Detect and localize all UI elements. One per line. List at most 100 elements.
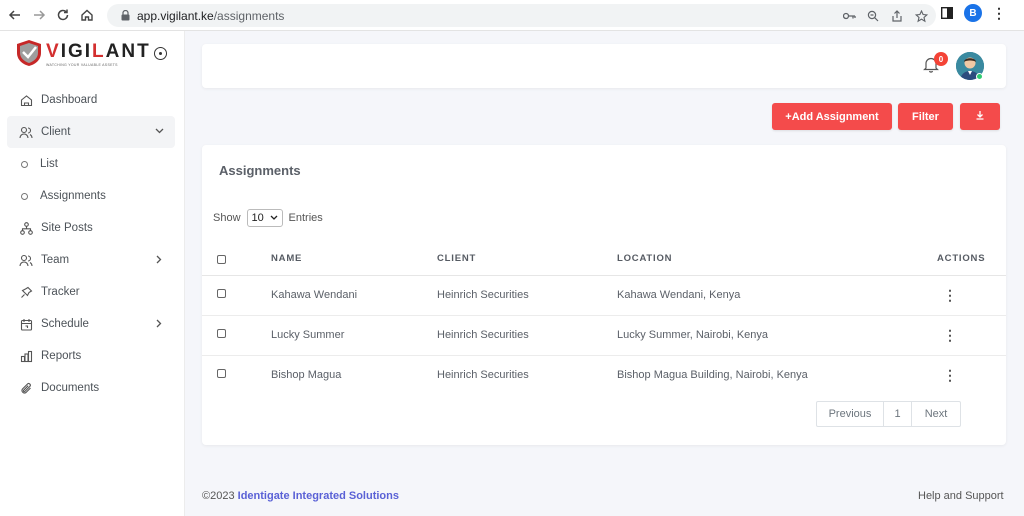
sidebar-item-label: Team xyxy=(41,254,70,266)
address-bar[interactable]: app.vigilant.ke/assignments xyxy=(107,4,936,27)
sidebar-item-label: Site Posts xyxy=(41,222,93,234)
sidebar-item-label: List xyxy=(40,158,58,170)
bar-chart-icon xyxy=(19,349,33,363)
row-actions-icon[interactable]: ⋮ xyxy=(943,327,957,343)
sidebar-item-assignments[interactable]: Assignments xyxy=(7,180,175,212)
users-icon xyxy=(19,125,33,139)
browser-toolbar: app.vigilant.ke/assignments B ⋮ xyxy=(0,0,1024,31)
column-header-client[interactable]: CLIENT xyxy=(437,242,617,276)
home-icon xyxy=(19,93,33,107)
url-text: app.vigilant.ke/assignments xyxy=(137,8,285,23)
footer-copyright: ©2023 Identigate Integrated Solutions xyxy=(202,490,399,502)
chevron-right-icon xyxy=(153,317,165,329)
column-header-actions: ACTIONS xyxy=(937,242,1006,276)
forward-icon[interactable] xyxy=(27,3,51,27)
chevron-right-icon xyxy=(153,253,165,265)
sidebar-item-dashboard[interactable]: Dashboard xyxy=(7,84,175,116)
page-size-select[interactable]: 10 xyxy=(246,209,283,227)
sidebar-item-label: Documents xyxy=(41,382,100,394)
column-header-name[interactable]: NAME xyxy=(271,242,437,276)
sidebar-item-schedule[interactable]: Schedule xyxy=(7,308,175,340)
card-title: Assignments xyxy=(219,163,301,178)
paperclip-icon xyxy=(19,381,33,395)
add-assignment-button[interactable]: +Add Assignment xyxy=(772,103,892,130)
shield-logo-icon xyxy=(17,40,41,66)
zoom-icon[interactable] xyxy=(864,7,882,25)
home-browser-icon[interactable] xyxy=(75,3,99,27)
assignments-card: Assignments Show 10 Entries NAME CLIENT … xyxy=(202,145,1006,445)
side-panel-icon[interactable] xyxy=(940,6,954,20)
company-link[interactable]: Identigate Integrated Solutions xyxy=(238,490,399,502)
show-label: Show xyxy=(213,212,241,224)
key-icon[interactable] xyxy=(840,7,858,25)
cell-name: Kahawa Wendani xyxy=(271,275,437,316)
cell-client: Heinrich Securities xyxy=(437,275,617,316)
notification-badge: 0 xyxy=(934,52,948,66)
online-status-dot xyxy=(976,73,983,80)
row-actions-icon[interactable]: ⋮ xyxy=(943,367,957,383)
pagination: Previous 1 Next xyxy=(816,401,961,427)
table-row: Lucky Summer Heinrich Securities Lucky S… xyxy=(202,315,1006,356)
cell-client: Heinrich Securities xyxy=(437,369,529,382)
pagination-next[interactable]: Next xyxy=(912,402,960,426)
filter-button[interactable]: Filter xyxy=(898,103,953,130)
sidebar-item-label: Dashboard xyxy=(41,94,98,106)
reload-icon[interactable] xyxy=(51,3,75,27)
select-all-checkbox[interactable] xyxy=(217,255,226,265)
cell-name: Lucky Summer xyxy=(271,315,437,356)
table-header-row: NAME CLIENT LOCATION ACTIONS xyxy=(202,242,1006,276)
browser-menu-icon[interactable]: ⋮ xyxy=(992,6,1006,20)
entries-label: Entries xyxy=(288,212,323,224)
top-navbar: 0 xyxy=(202,44,1006,88)
sidebar-item-label: Reports xyxy=(41,350,82,362)
cell-client: Heinrich Securities xyxy=(437,315,617,356)
download-button[interactable] xyxy=(960,103,1000,130)
back-icon[interactable] xyxy=(3,3,27,27)
cell-location: Kahawa Wendani, Kenya xyxy=(617,275,937,316)
sitemap-icon xyxy=(19,221,33,235)
sidebar-item-documents[interactable]: Documents xyxy=(7,372,175,404)
bookmark-star-icon[interactable] xyxy=(912,7,930,25)
table-row: Kahawa Wendani Heinrich Securities Kahaw… xyxy=(202,275,1006,316)
sidebar-menu: Dashboard Client List Assignments Site P… xyxy=(7,84,175,404)
sidebar-item-team[interactable]: Team xyxy=(7,244,175,276)
sidebar-item-label: Schedule xyxy=(41,318,89,330)
assignments-table: NAME CLIENT LOCATION ACTIONS Kahawa Wend… xyxy=(202,242,1006,395)
sidebar-item-reports[interactable]: Reports xyxy=(7,340,175,372)
sidebar-toggle-icon[interactable] xyxy=(154,47,167,60)
sidebar-item-label: Tracker xyxy=(41,286,80,298)
sidebar-item-label: Assignments xyxy=(40,190,106,202)
sidebar-item-tracker[interactable]: Tracker xyxy=(7,276,175,308)
lock-icon xyxy=(119,10,131,22)
share-icon[interactable] xyxy=(888,7,906,25)
cell-name: Bishop Magua xyxy=(271,369,342,382)
users-icon xyxy=(19,253,33,267)
pagination-page-1[interactable]: 1 xyxy=(884,402,912,426)
help-support-link[interactable]: Help and Support xyxy=(918,490,1004,502)
vigilant-logo[interactable]: VIGILANT WATCHING YOUR VALUABLE ASSETS xyxy=(14,39,174,71)
pagination-previous[interactable]: Previous xyxy=(817,402,884,426)
column-header-location[interactable]: LOCATION xyxy=(617,242,937,276)
page-size-control: Show 10 Entries xyxy=(213,209,323,227)
download-icon xyxy=(975,110,985,123)
chevron-down-icon xyxy=(153,125,165,137)
cell-location: Bishop Magua Building, Nairobi, Kenya xyxy=(617,369,808,382)
sidebar-item-site-posts[interactable]: Site Posts xyxy=(7,212,175,244)
circle-bullet-icon xyxy=(21,160,28,168)
row-checkbox[interactable] xyxy=(217,329,226,338)
cell-location: Lucky Summer, Nairobi, Kenya xyxy=(617,315,937,356)
circle-bullet-icon xyxy=(21,192,28,200)
row-checkbox[interactable] xyxy=(217,369,226,379)
logo-tagline: WATCHING YOUR VALUABLE ASSETS xyxy=(46,63,118,67)
sidebar: VIGILANT WATCHING YOUR VALUABLE ASSETS D… xyxy=(0,31,185,516)
calendar-icon xyxy=(19,317,33,331)
row-checkbox[interactable] xyxy=(217,289,226,298)
profile-avatar[interactable]: B xyxy=(964,4,982,22)
sidebar-item-list[interactable]: List xyxy=(7,148,175,180)
sidebar-item-client[interactable]: Client xyxy=(7,116,175,148)
pin-icon xyxy=(19,285,33,299)
chevron-down-icon xyxy=(270,213,278,222)
sidebar-item-label: Client xyxy=(41,126,71,138)
logo-wordmark: VIGILANT xyxy=(46,41,151,62)
row-actions-icon[interactable]: ⋮ xyxy=(943,287,957,303)
